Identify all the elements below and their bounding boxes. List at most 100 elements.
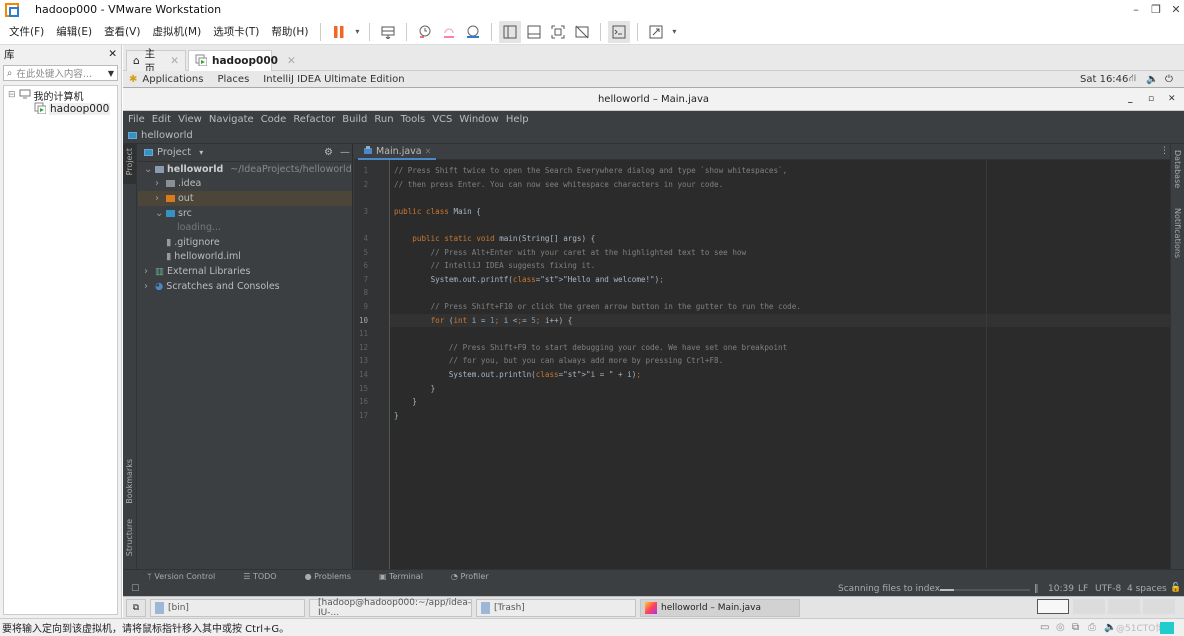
places-menu[interactable]: Places (217, 74, 249, 85)
thumbnail-bar-icon[interactable] (523, 21, 545, 43)
applications-menu[interactable]: Applications (142, 74, 203, 85)
line-number[interactable]: 6 (354, 261, 368, 270)
strip-label-notifications[interactable]: Notifications (1173, 208, 1182, 258)
indent-setting[interactable]: 4 spaces (1127, 584, 1167, 594)
menu-vm[interactable]: 虚拟机(M) (146, 24, 207, 39)
menu-tabs[interactable]: 选项卡(T) (207, 24, 265, 39)
full-screen-icon[interactable] (547, 21, 569, 43)
ide-menu-vcs[interactable]: VCS (432, 114, 452, 125)
background-task-label[interactable]: Scanning files to index... (838, 584, 949, 594)
taskbar-item-intellij[interactable]: helloworld – Main.java (640, 598, 800, 617)
project-strip-button[interactable]: Project (123, 144, 136, 184)
code-line[interactable]: // then press Enter. You can now see whi… (394, 180, 723, 189)
close-button[interactable]: ✕ (1164, 0, 1184, 19)
tree-item-hadoop000[interactable]: hadoop000 (8, 102, 113, 116)
library-search-input[interactable]: ⌕ 在此处键入内容... ▼ (3, 65, 118, 81)
active-app-menu[interactable]: IntelliJ IDEA Ultimate Edition (263, 74, 404, 85)
tab-hadoop000[interactable]: hadoop000 ✕ (188, 50, 296, 71)
line-number[interactable]: 9 (354, 302, 368, 311)
more-options-icon[interactable]: ⋮ (1160, 146, 1169, 156)
ide-menu-navigate[interactable]: Navigate (209, 114, 254, 125)
project-tree-item[interactable]: ▮ .gitignore (138, 235, 352, 250)
library-close-button[interactable]: ✕ (108, 48, 117, 60)
sound-icon[interactable]: 🔈 (1104, 622, 1116, 633)
message-icon[interactable] (1160, 621, 1174, 634)
close-tab-icon[interactable]: ✕ (425, 147, 432, 156)
chevron-down-icon[interactable]: ⌄ (144, 164, 152, 175)
taskbar-item-bin[interactable]: [bin] (150, 598, 305, 617)
workspace-1[interactable] (1037, 599, 1069, 614)
snapshot-manager-icon[interactable] (462, 21, 484, 43)
line-number[interactable]: 17 (354, 411, 368, 420)
line-number[interactable]: 15 (354, 384, 368, 393)
ide-menu-window[interactable]: Window (459, 114, 498, 125)
code-line[interactable]: System.out.printf(class="st">"Hello and … (394, 275, 664, 284)
code-line[interactable]: // Press Shift+F10 or click the green ar… (394, 302, 801, 311)
code-line[interactable]: public class Main { (394, 207, 481, 216)
project-tree-item[interactable]: loading... (138, 220, 352, 235)
strip-label-database[interactable]: Database (1173, 150, 1182, 188)
ide-menu-view[interactable]: View (178, 114, 202, 125)
show-desktop-icon[interactable]: ⧉ (126, 598, 146, 617)
code-line[interactable]: // Press Shift+F9 to start debugging you… (394, 343, 787, 352)
menu-edit[interactable]: 编辑(E) (50, 24, 98, 39)
unity-icon[interactable] (571, 21, 593, 43)
close-tab-icon[interactable]: ✕ (287, 55, 296, 67)
volume-icon[interactable]: 🔈 (1146, 74, 1158, 85)
terminal-button[interactable]: ▣ Terminal (379, 572, 437, 581)
power-icon[interactable]: ⏻ (1165, 74, 1173, 85)
send-ctrl-alt-del-icon[interactable] (377, 21, 399, 43)
project-tree-item[interactable]: ⌄ helloworld ~/IdeaProjects/helloworld (138, 162, 352, 177)
network-adapter-icon[interactable]: ⧉ (1072, 622, 1079, 633)
ide-menu-help[interactable]: Help (506, 114, 529, 125)
editor-tab-main-java[interactable]: Main.java ✕ (358, 144, 437, 160)
line-number[interactable]: 3 (354, 207, 368, 216)
ide-minimize-button[interactable]: _ (1128, 88, 1133, 111)
workspace-2[interactable] (1073, 599, 1105, 614)
hard-disk-icon[interactable]: ▭ (1040, 622, 1049, 633)
ide-close-button[interactable]: ✕ (1168, 88, 1176, 111)
hide-panel-icon[interactable]: — (340, 147, 350, 158)
taskbar-item-terminal[interactable]: [hadoop@hadoop000:~/app/idea-IU-... (309, 598, 472, 618)
version-control-button[interactable]: ᛘ Version Control (147, 572, 229, 581)
taskbar-item-trash[interactable]: [Trash] (476, 598, 636, 617)
ide-maximize-button[interactable]: ▫ (1148, 88, 1154, 111)
code-line[interactable]: // Press Alt+Enter with your caret at th… (394, 248, 746, 257)
pause-icon[interactable] (328, 21, 350, 43)
code-line[interactable]: for (int i = 1; i <;= 5; i++) { (394, 316, 573, 325)
chevron-down-icon[interactable]: ▼ (108, 69, 114, 78)
console-view-icon[interactable] (608, 20, 631, 43)
project-tree-item[interactable]: › ◕ Scratches and Consoles (138, 279, 352, 294)
toggle-tool-windows-icon[interactable]: ▢ (131, 583, 140, 593)
workspace-4[interactable] (1143, 599, 1175, 614)
stretch-icon[interactable] (645, 21, 667, 43)
line-number[interactable]: 16 (354, 397, 368, 406)
ide-menu-build[interactable]: Build (342, 114, 367, 125)
breadcrumb-item[interactable]: helloworld (141, 130, 193, 141)
dropdown-arrow-icon[interactable]: ▾ (669, 21, 679, 43)
line-number[interactable]: 7 (354, 275, 368, 284)
code-line[interactable]: // IntelliJ IDEA suggests fixing it. (394, 261, 596, 270)
todo-button[interactable]: ☰ TODO (243, 572, 290, 581)
line-separator[interactable]: LF (1078, 584, 1088, 594)
ide-menu-refactor[interactable]: Refactor (293, 114, 335, 125)
ide-menu-code[interactable]: Code (261, 114, 287, 125)
gear-icon[interactable]: ⚙ (324, 147, 333, 158)
code-line[interactable]: } (394, 397, 417, 406)
lock-icon[interactable]: 🔓 (1170, 583, 1181, 593)
snapshot-icon[interactable] (414, 21, 436, 43)
menu-file[interactable]: 文件(F) (3, 24, 50, 39)
dropdown-arrow-icon[interactable]: ▾ (352, 21, 362, 43)
file-encoding[interactable]: UTF-8 (1095, 584, 1121, 594)
ide-menu-edit[interactable]: Edit (152, 114, 171, 125)
line-number[interactable]: 1 (354, 166, 368, 175)
pause-indexing-icon[interactable]: ‖ (1034, 584, 1039, 594)
project-tree-item[interactable]: ⌄ src (138, 206, 352, 221)
project-tree-item[interactable]: › .idea (138, 177, 352, 192)
line-number[interactable]: 14 (354, 370, 368, 379)
caret-position[interactable]: 10:39 (1048, 584, 1074, 594)
line-number[interactable]: 10 (354, 316, 368, 325)
project-tree-item[interactable]: › ▥ External Libraries (138, 264, 352, 279)
menu-view[interactable]: 查看(V) (98, 24, 146, 39)
workspace-3[interactable] (1108, 599, 1140, 614)
